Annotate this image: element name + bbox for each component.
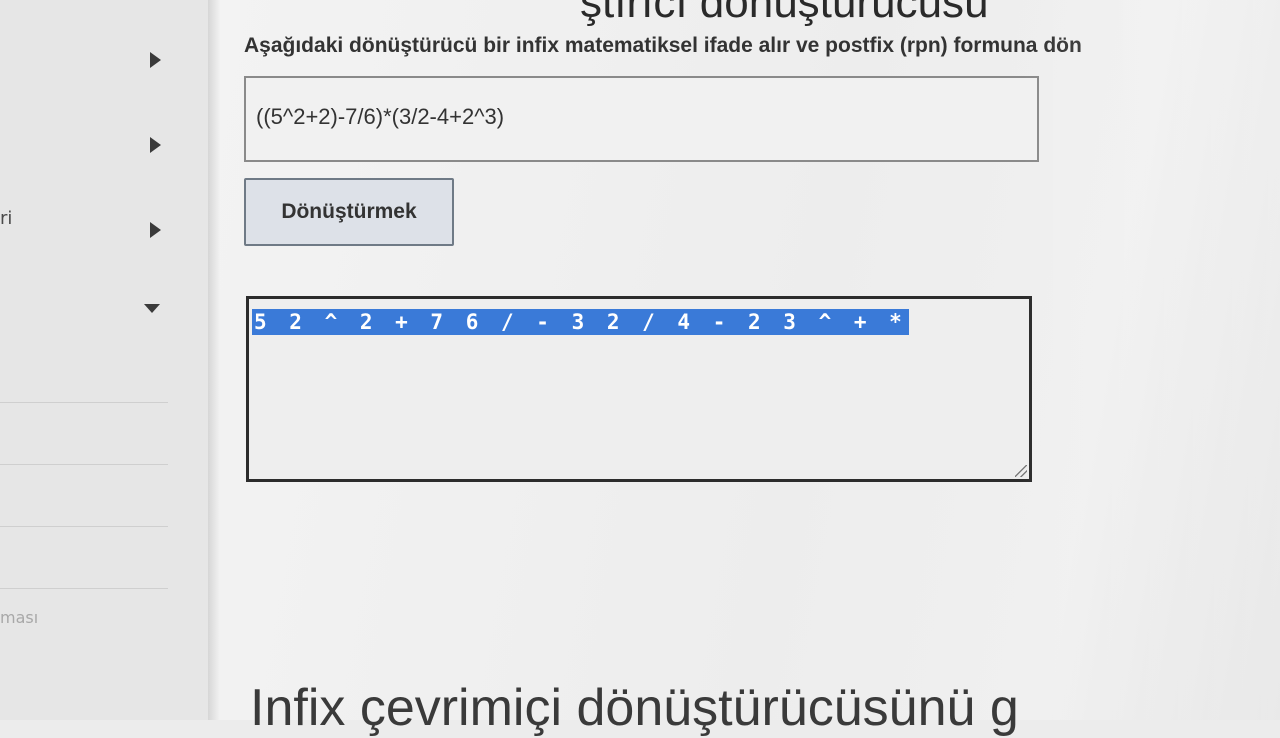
main-content: ştırıcı dönüştürücüsü Aşağıdaki dönüştür… xyxy=(220,0,1280,737)
expand-arrow-icon[interactable] xyxy=(150,222,161,238)
resize-grip-icon[interactable] xyxy=(1015,465,1027,477)
sidebar-divider xyxy=(0,526,168,527)
page-title: ştırıcı dönüştürücüsü xyxy=(580,0,989,27)
expand-arrow-icon[interactable] xyxy=(150,137,161,153)
sidebar: ri ması xyxy=(0,0,210,720)
sidebar-divider xyxy=(0,588,168,589)
section-heading: Infix çevrimiçi dönüştürücüsünü g xyxy=(250,679,1019,737)
sidebar-divider xyxy=(0,402,168,403)
screen-glare xyxy=(1020,0,1280,720)
sidebar-border xyxy=(208,0,220,720)
infix-expression-input[interactable]: ((5^2+2)-7/6)*(3/2-4+2^3) xyxy=(244,76,1039,162)
collapse-arrow-icon[interactable] xyxy=(144,304,160,313)
description-text: Aşağıdaki dönüştürücü bir infix matemati… xyxy=(244,34,1082,57)
sidebar-divider xyxy=(0,464,168,465)
postfix-output-text: 5 2 ^ 2 + 7 6 / - 3 2 / 4 - 2 3 ^ + * xyxy=(252,309,909,335)
convert-button[interactable]: Dönüştürmek xyxy=(244,178,454,246)
expand-arrow-icon[interactable] xyxy=(150,52,161,68)
sidebar-item-label[interactable]: ması xyxy=(0,608,38,627)
sidebar-item-label[interactable]: ri xyxy=(0,208,12,229)
postfix-output-textarea[interactable]: 5 2 ^ 2 + 7 6 / - 3 2 / 4 - 2 3 ^ + * xyxy=(246,296,1032,482)
